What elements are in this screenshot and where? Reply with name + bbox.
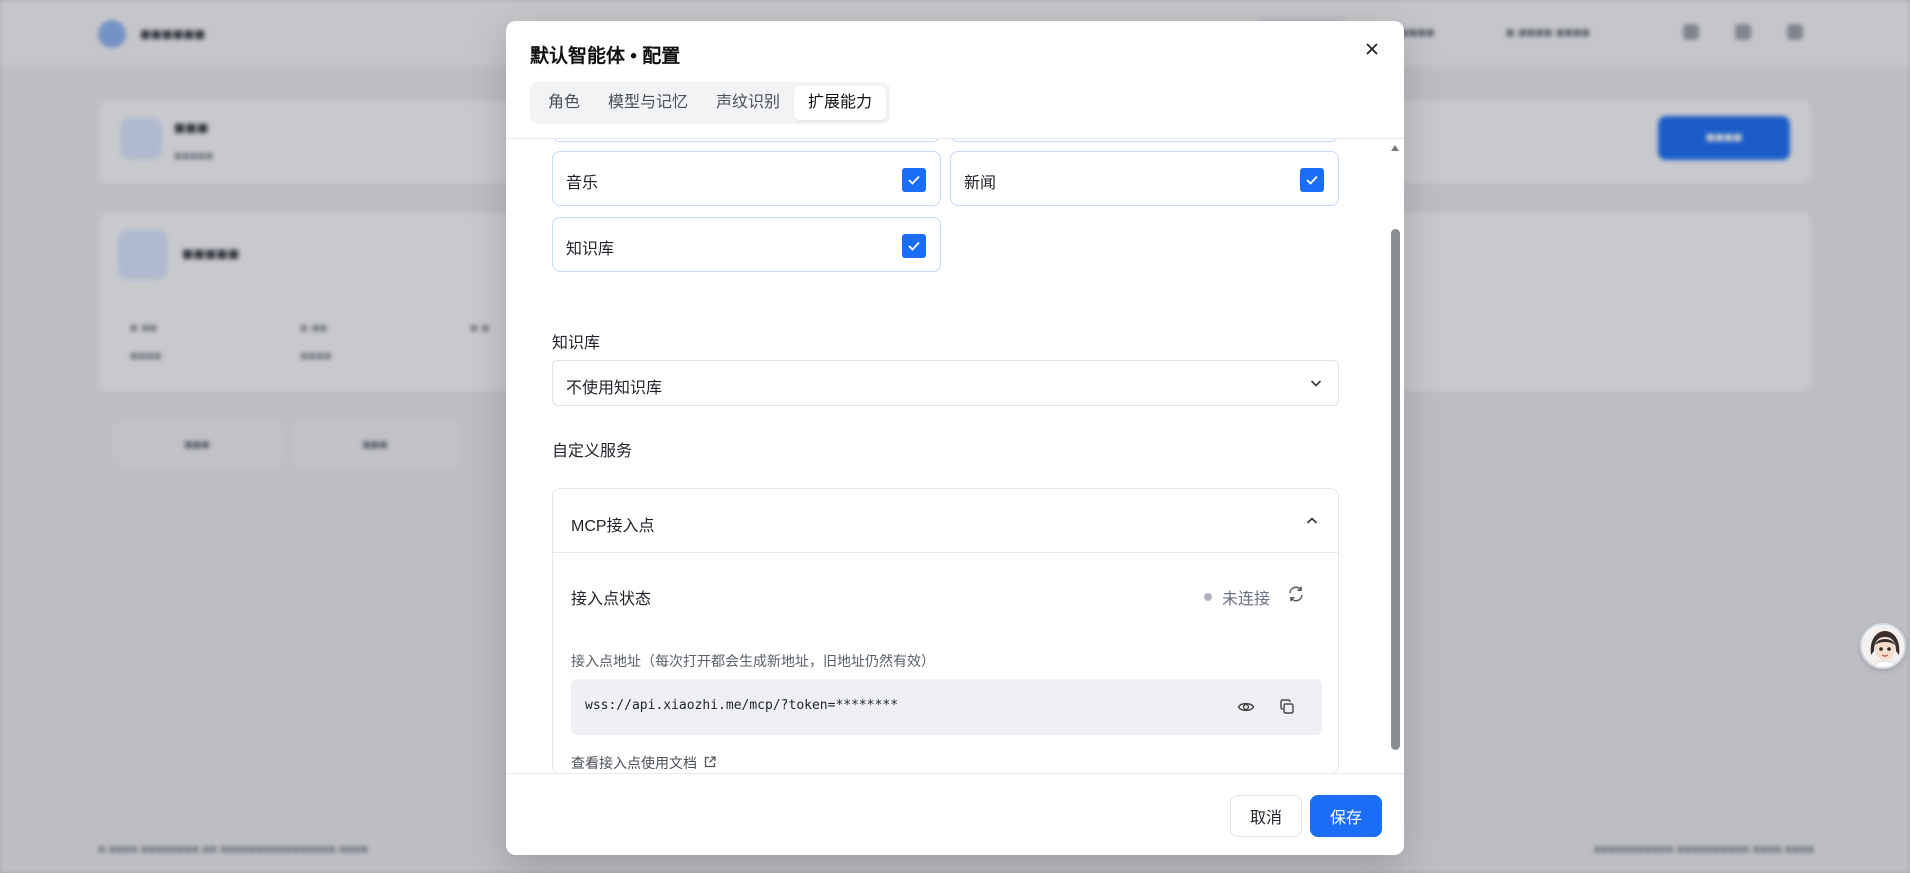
modal-header: 默认智能体 • 配置 角色 模型与记忆 声纹识别 扩展能力 — [506, 21, 1404, 139]
mcp-panel-header[interactable]: MCP接入点 — [553, 489, 1338, 553]
feature-card-knowledge[interactable]: 知识库 — [552, 217, 941, 272]
modal-title: 默认智能体 • 配置 — [530, 46, 681, 67]
custom-services-label: 自定义服务 — [552, 443, 633, 460]
mcp-panel-title: MCP接入点 — [571, 518, 655, 535]
endpoint-address-label: 接入点地址（每次打开都会生成新地址，旧地址仍然有效） — [571, 653, 935, 669]
config-modal: 天气 英语 音乐 新闻 知识库 — [506, 21, 1404, 855]
feature-card-music[interactable]: 音乐 — [552, 151, 941, 206]
knowledge-base-label: 知识库 — [552, 335, 601, 352]
endpoint-status-value: 未连接 — [1222, 591, 1271, 608]
scroll-up-arrow-icon[interactable] — [1391, 145, 1399, 151]
tab-voiceprint[interactable]: 声纹识别 — [702, 86, 794, 120]
modal-footer: 取消 保存 — [506, 773, 1404, 855]
knowledge-base-select[interactable]: 不使用知识库 — [552, 360, 1339, 406]
doc-link-label: 查看接入点使用文档 — [571, 755, 697, 771]
endpoint-status-label: 接入点状态 — [571, 591, 652, 608]
knowledge-base-value: 不使用知识库 — [566, 380, 663, 397]
feature-card-english[interactable]: 英语 — [950, 139, 1339, 142]
endpoint-doc-link[interactable]: 查看接入点使用文档 — [571, 753, 717, 773]
feature-card-news[interactable]: 新闻 — [950, 151, 1339, 206]
checkbox-checked-icon[interactable] — [1300, 168, 1324, 192]
tab-role[interactable]: 角色 — [534, 86, 594, 120]
status-dot-icon — [1204, 593, 1212, 601]
feature-card-weather[interactable]: 天气 — [552, 139, 941, 142]
refresh-icon[interactable] — [1283, 581, 1309, 607]
scrollbar-thumb[interactable] — [1391, 229, 1400, 750]
endpoint-address-field[interactable]: wss://api.xiaozhi.me/mcp/?token=******** — [571, 679, 1322, 735]
tab-model-memory[interactable]: 模型与记忆 — [594, 86, 702, 120]
modal-scrollbar[interactable] — [1388, 139, 1402, 793]
copy-icon[interactable] — [1274, 694, 1300, 720]
chevron-up-icon — [1304, 513, 1320, 534]
external-link-icon — [703, 755, 717, 772]
eye-icon[interactable] — [1233, 694, 1259, 720]
assistant-avatar[interactable] — [1860, 623, 1906, 669]
config-tabs: 角色 模型与记忆 声纹识别 扩展能力 — [530, 82, 891, 124]
feature-label: 新闻 — [964, 175, 997, 192]
save-button[interactable]: 保存 — [1310, 795, 1382, 837]
mcp-panel: MCP接入点 接入点状态 未连接 接入点地址（每次打开都会生成新地址，旧地址仍然… — [552, 488, 1339, 774]
endpoint-address-value[interactable]: wss://api.xiaozhi.me/mcp/?token=******** — [585, 698, 898, 713]
tab-extensions[interactable]: 扩展能力 — [794, 86, 887, 120]
chevron-down-icon — [1308, 375, 1324, 396]
checkbox-checked-icon[interactable] — [902, 168, 926, 192]
checkbox-checked-icon[interactable] — [902, 234, 926, 258]
cancel-button[interactable]: 取消 — [1230, 795, 1302, 837]
close-icon[interactable] — [1358, 35, 1386, 63]
modal-body[interactable]: 天气 英语 音乐 新闻 知识库 — [506, 139, 1404, 793]
feature-label: 知识库 — [566, 241, 615, 258]
feature-label: 音乐 — [566, 175, 599, 192]
